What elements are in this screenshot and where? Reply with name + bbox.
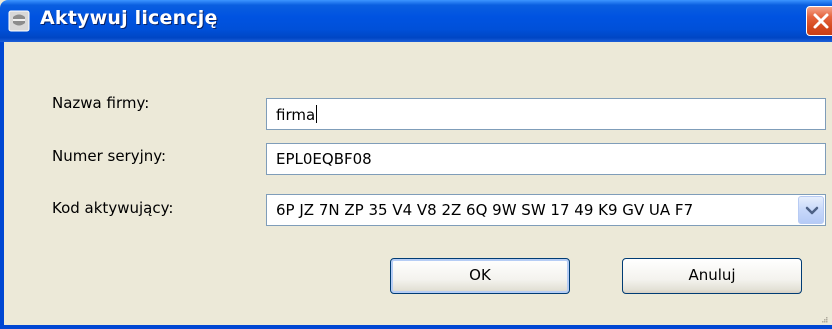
activation-code-label: Kod aktywujący: (52, 199, 174, 217)
company-name-input[interactable]: firma (266, 98, 826, 130)
company-name-value: firma (276, 106, 316, 124)
title-bar[interactable]: Aktywuj licencję (0, 0, 832, 42)
serial-number-input[interactable]: EPL0EQBF08 (266, 143, 826, 175)
chevron-down-icon (805, 206, 819, 215)
resize-grip-icon[interactable] (820, 315, 828, 323)
close-button[interactable] (806, 6, 832, 36)
activation-code-select[interactable]: 6P JZ 7N ZP 35 V4 V8 2Z 6Q 9W SW 17 49 K… (266, 194, 826, 226)
company-name-label: Nazwa firmy: (52, 94, 150, 112)
window-frame-bottom (0, 325, 832, 329)
activation-code-value: 6P JZ 7N ZP 35 V4 V8 2Z 6Q 9W SW 17 49 K… (276, 201, 694, 219)
serial-number-value: EPL0EQBF08 (276, 150, 372, 168)
window-title: Aktywuj licencję (40, 7, 218, 29)
dialog-content: Nazwa firmy: firma Numer seryjny: EPL0EQ… (4, 42, 832, 325)
text-caret (316, 105, 318, 123)
window-app-icon (8, 9, 32, 33)
activate-license-dialog: Aktywuj licencję Nazwa firmy: firma Nume… (0, 0, 832, 329)
dropdown-button[interactable] (798, 196, 824, 224)
ok-button[interactable]: OK (390, 258, 570, 294)
serial-number-label: Numer seryjny: (52, 147, 167, 165)
cancel-button[interactable]: Anuluj (622, 258, 802, 294)
close-icon (813, 13, 829, 29)
